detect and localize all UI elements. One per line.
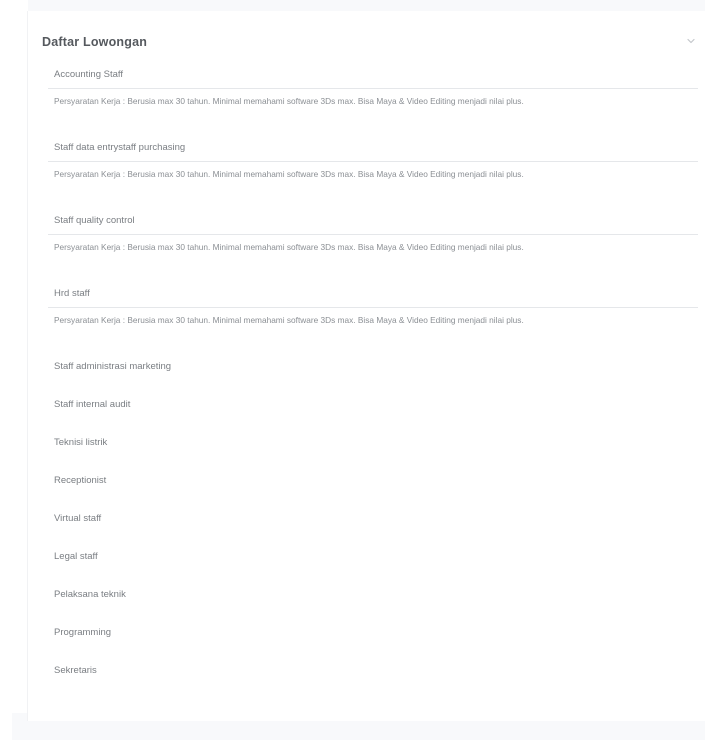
job-item-staff-administrasi-marketing[interactable]: Staff administrasi marketing [48,358,698,396]
job-vacancy-panel: Daftar Lowongan Accounting Staff Persyar… [28,11,705,721]
job-item-receptionist[interactable]: Receptionist [48,472,698,510]
job-item-sekretaris[interactable]: Sekretaris [48,662,698,700]
job-description: Persyaratan Kerja : Berusia max 30 tahun… [54,96,524,106]
job-title[interactable]: Hrd staff [48,285,698,308]
job-item-pelaksana-teknik[interactable]: Pelaksana teknik [48,586,698,624]
panel-title: Daftar Lowongan [42,35,148,49]
job-item-virtual-staff[interactable]: Virtual staff [48,510,698,548]
job-item-accounting-staff[interactable]: Accounting Staff Persyaratan Kerja : Ber… [48,66,698,139]
chevron-down-icon[interactable] [685,35,697,47]
job-list: Accounting Staff Persyaratan Kerja : Ber… [48,66,698,700]
job-title[interactable]: Staff quality control [48,212,698,235]
job-item-staff-data-entry[interactable]: Staff data entrystaff purchasing Persyar… [48,139,698,212]
job-description: Persyaratan Kerja : Berusia max 30 tahun… [54,315,524,325]
job-description: Persyaratan Kerja : Berusia max 30 tahun… [54,242,524,252]
job-item-staff-internal-audit[interactable]: Staff internal audit [48,396,698,434]
job-item-teknisi-listrik[interactable]: Teknisi listrik [48,434,698,472]
job-item-programming[interactable]: Programming [48,624,698,662]
job-title[interactable]: Staff data entrystaff purchasing [48,139,698,162]
job-title[interactable]: Accounting Staff [48,66,698,89]
job-item-legal-staff[interactable]: Legal staff [48,548,698,586]
job-item-hrd-staff[interactable]: Hrd staff Persyaratan Kerja : Berusia ma… [48,285,698,358]
top-background-strip [28,0,705,11]
job-item-staff-quality-control[interactable]: Staff quality control Persyaratan Kerja … [48,212,698,285]
panel-header[interactable]: Daftar Lowongan [42,32,697,52]
job-description: Persyaratan Kerja : Berusia max 30 tahun… [54,169,524,179]
